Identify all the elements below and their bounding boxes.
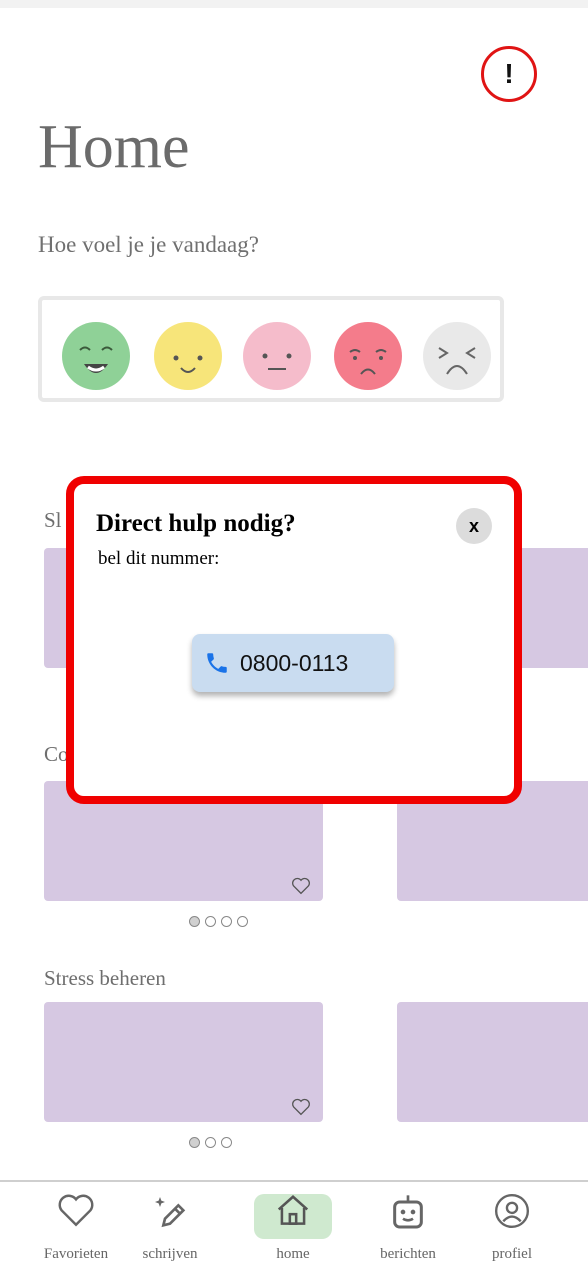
nav-item-schrijven[interactable]: schrijven	[130, 1192, 210, 1262]
phone-icon	[207, 653, 227, 673]
user-circle-icon	[494, 1193, 530, 1229]
carousel-dots	[189, 1137, 232, 1148]
home-screen: ! Home Hoe voel je je vandaag? Sl Co Str…	[0, 8, 588, 1281]
carousel-dot[interactable]	[221, 916, 232, 927]
nav-item-berichten[interactable]: berichten	[368, 1192, 448, 1262]
nav-item-home[interactable]: home	[253, 1192, 333, 1262]
nav-label: berichten	[380, 1246, 436, 1262]
section-label-stress: Stress beheren	[44, 966, 166, 990]
phone-number: 0800-0113	[240, 649, 349, 676]
carousel-dot[interactable]	[237, 916, 248, 927]
dialog-title: Direct hulp nodig?	[96, 510, 296, 537]
favorite-heart-icon[interactable]	[291, 1098, 311, 1116]
carousel-dot[interactable]	[205, 916, 216, 927]
carousel-dot[interactable]	[189, 1137, 200, 1148]
nav-item-favorieten[interactable]: Favorieten	[36, 1192, 116, 1262]
content-card[interactable]	[397, 1002, 588, 1122]
dialog-subtitle: bel dit nummer:	[98, 548, 220, 569]
emergency-alert-button[interactable]: !	[481, 46, 537, 102]
carousel-dots	[189, 916, 248, 927]
mood-sad-icon[interactable]	[334, 322, 402, 390]
mood-question: Hoe voel je je vandaag?	[38, 232, 259, 257]
call-button[interactable]: 0800-0113	[192, 634, 394, 692]
content-card[interactable]	[44, 1002, 323, 1122]
carousel-dot[interactable]	[189, 916, 200, 927]
bottom-navigation: Favorieten schrijven home berichten prof…	[0, 1180, 588, 1281]
carousel-dot[interactable]	[221, 1137, 232, 1148]
section-label-2: Co	[44, 742, 69, 766]
robot-icon	[393, 1195, 423, 1229]
nav-label: Favorieten	[43, 1246, 109, 1262]
mood-happy-icon[interactable]	[154, 322, 222, 390]
close-icon: x	[468, 515, 479, 536]
mood-very-sad-icon[interactable]	[423, 322, 491, 390]
mood-neutral-icon[interactable]	[243, 322, 311, 390]
nav-item-profiel[interactable]: profiel	[472, 1192, 552, 1262]
home-icon	[277, 1195, 309, 1225]
mood-selector	[38, 296, 504, 402]
nav-label: schrijven	[142, 1246, 198, 1262]
pencil-sparkle-icon	[155, 1197, 186, 1228]
page-title: Home	[38, 113, 190, 181]
carousel-dot[interactable]	[205, 1137, 216, 1148]
mood-very-happy-icon[interactable]	[62, 322, 130, 390]
exclamation-icon: !	[504, 58, 514, 89]
section-label-1: Sl	[44, 508, 62, 532]
nav-label: home	[276, 1246, 310, 1262]
help-dialog: Direct hulp nodig? bel dit nummer: x 080…	[66, 476, 522, 804]
heart-icon	[58, 1194, 94, 1227]
close-button[interactable]: x	[456, 508, 492, 544]
favorite-heart-icon[interactable]	[291, 877, 311, 895]
nav-label: profiel	[492, 1246, 532, 1262]
